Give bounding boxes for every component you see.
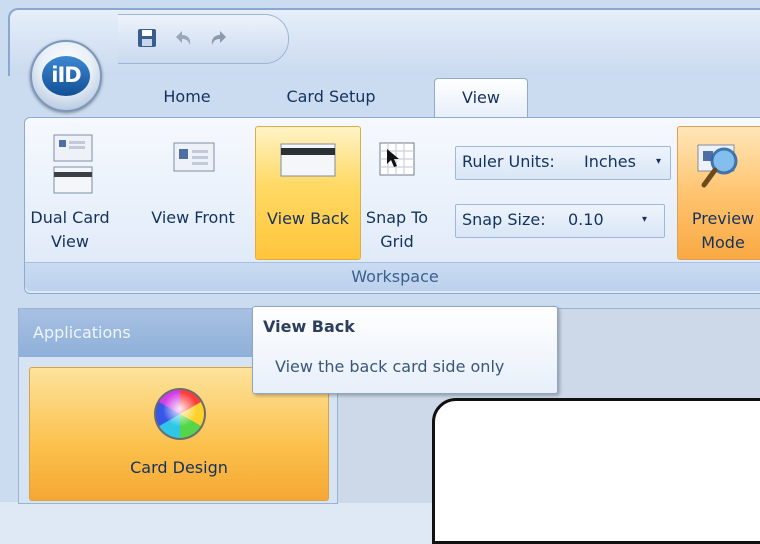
- view-back-label: View Back: [267, 209, 349, 228]
- card-front-icon: [173, 142, 215, 172]
- snap-to-grid-label: Snap To Grid: [365, 208, 429, 251]
- ruler-units-label: Ruler Units:: [462, 152, 555, 171]
- ruler-units-combo[interactable]: Ruler Units: Inches ▾: [455, 146, 671, 180]
- snap-to-grid-button[interactable]: Snap To Grid: [363, 126, 431, 258]
- application-orb[interactable]: iID: [30, 40, 102, 112]
- ruler-units-value: Inches: [584, 152, 636, 171]
- snap-size-label: Snap Size:: [462, 210, 546, 229]
- view-front-button[interactable]: View Front: [139, 126, 247, 258]
- tab-card-setup[interactable]: Card Setup: [270, 78, 392, 116]
- redo-icon[interactable]: [206, 25, 232, 51]
- app-window: iID Home Card Setup View Dual Card View …: [0, 0, 760, 544]
- snap-size-value: 0.10: [568, 210, 604, 229]
- view-front-label: View Front: [151, 208, 235, 227]
- tab-view[interactable]: View: [434, 78, 528, 117]
- tooltip-description: View the back card side only: [275, 357, 505, 376]
- view-back-tooltip: View Back View the back card side only: [252, 306, 558, 394]
- save-icon[interactable]: [134, 25, 160, 51]
- dual-card-view-label: Dual Card View: [30, 208, 110, 251]
- tooltip-title: View Back: [263, 317, 355, 336]
- quick-access-toolbar: [118, 14, 289, 64]
- dual-card-icon: [53, 134, 93, 194]
- iid-logo-icon: iID: [42, 56, 90, 96]
- ribbon-tabs: Home Card Setup View: [0, 78, 760, 118]
- card-design-label: Card Design: [130, 458, 228, 477]
- preview-mode-label: Preview Mode: [691, 209, 755, 252]
- chevron-down-icon: ▾: [656, 156, 662, 167]
- workspace-group-label: Workspace: [25, 262, 760, 291]
- snap-size-combo[interactable]: Snap Size: 0.10 ▾: [455, 204, 665, 238]
- color-wheel-icon: [154, 388, 206, 440]
- tab-home[interactable]: Home: [150, 78, 224, 116]
- undo-icon[interactable]: [170, 25, 196, 51]
- view-back-button[interactable]: View Back: [255, 126, 361, 260]
- magnifier-icon: [697, 144, 738, 188]
- card-preview[interactable]: [432, 398, 760, 544]
- preview-mode-button[interactable]: Preview Mode: [677, 126, 760, 260]
- card-back-icon: [280, 143, 336, 177]
- chevron-down-icon: ▾: [642, 214, 648, 225]
- snap-grid-icon: [379, 142, 415, 176]
- ribbon-panel: Dual Card View View Front View Back Snap…: [24, 117, 760, 294]
- dual-card-view-button[interactable]: Dual Card View: [29, 126, 111, 258]
